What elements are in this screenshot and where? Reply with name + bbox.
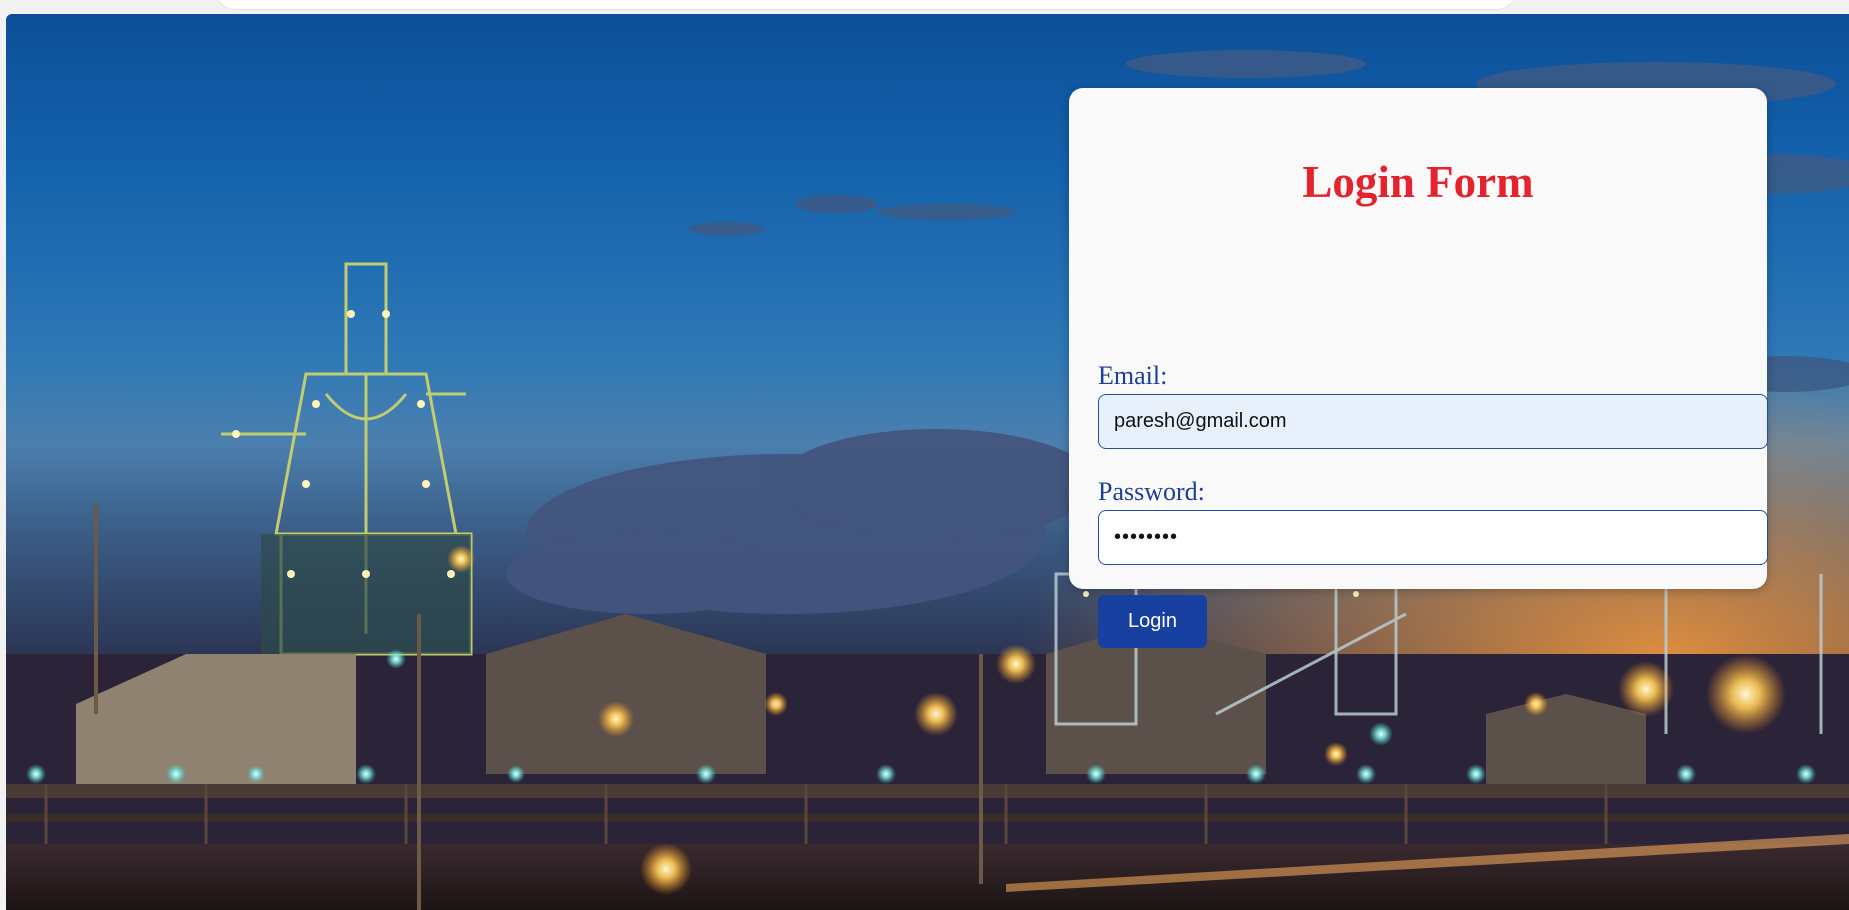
password-field[interactable]	[1098, 510, 1768, 565]
login-button[interactable]: Login	[1098, 595, 1207, 648]
email-label: Email:	[1098, 361, 1168, 390]
password-label: Password:	[1098, 477, 1205, 506]
browser-top-strip	[0, 0, 1849, 14]
address-bar[interactable]	[215, 0, 1517, 10]
login-card: Login Form Email: Password: Login	[1069, 88, 1768, 648]
login-form-title: Login Form	[1302, 157, 1534, 207]
email-field[interactable]	[1098, 394, 1768, 449]
